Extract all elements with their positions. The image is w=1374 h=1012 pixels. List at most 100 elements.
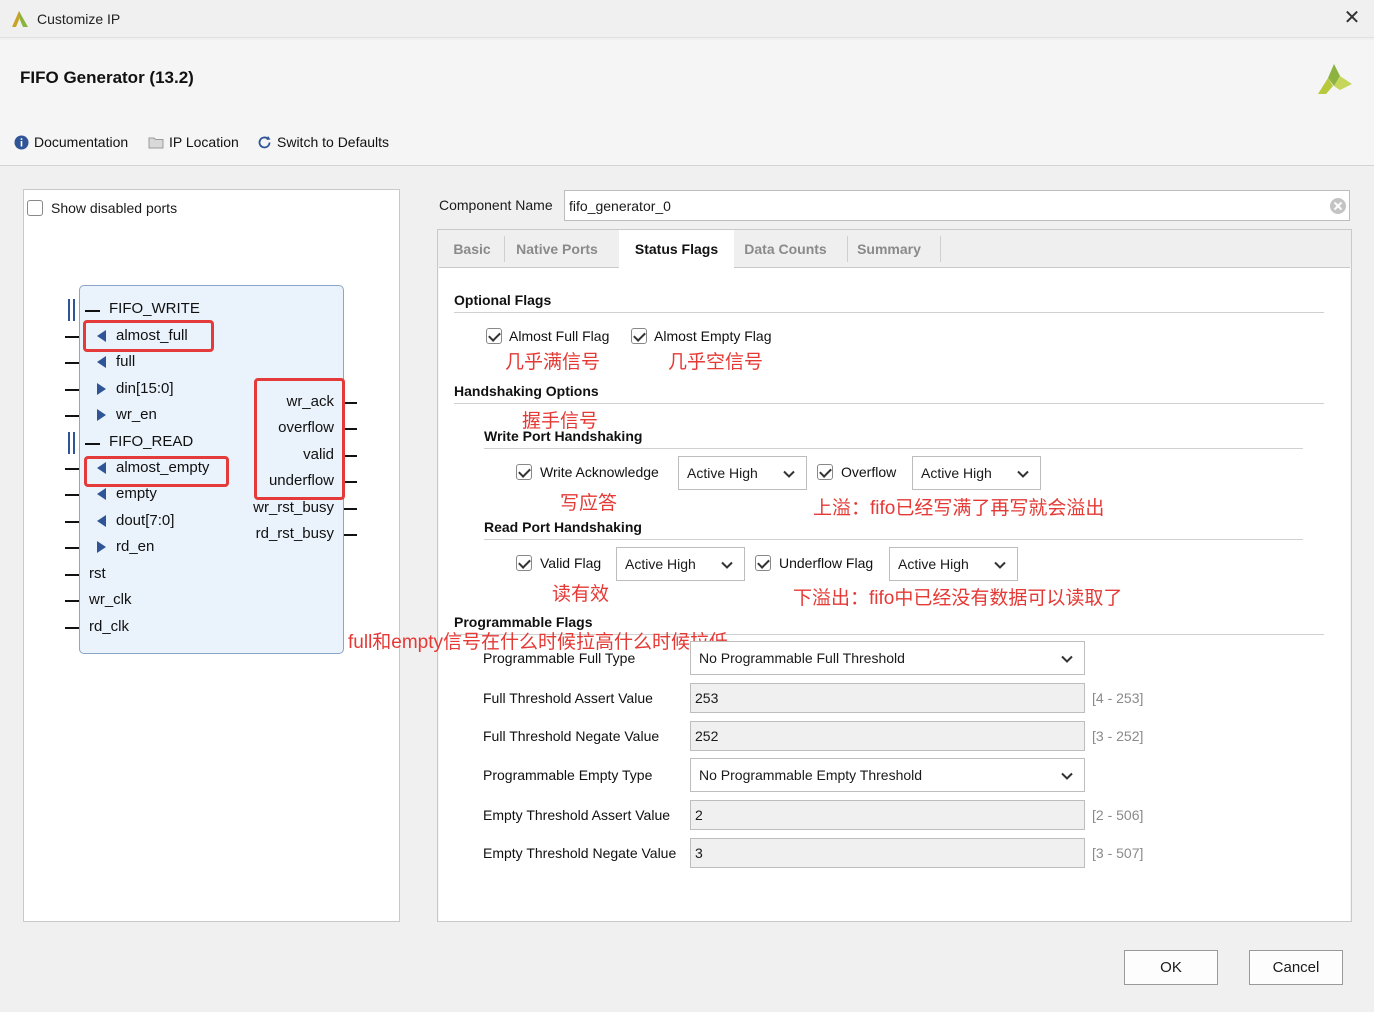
- pin-rd-en: [65, 547, 79, 549]
- handshaking-options-title: Handshaking Options: [454, 383, 599, 399]
- documentation-link[interactable]: Documentation: [14, 133, 128, 151]
- tab-data-counts[interactable]: Data Counts: [735, 231, 836, 267]
- valid-flag-checkbox[interactable]: [516, 555, 532, 571]
- empty-assert-label: Empty Threshold Assert Value: [483, 807, 671, 823]
- full-assert-input: 253: [690, 683, 1085, 713]
- valid-flag-select[interactable]: Active High: [616, 547, 745, 581]
- input-arrow-icon: [97, 383, 106, 395]
- tab-status-flags[interactable]: Status Flags: [619, 230, 734, 268]
- port-wr-en: wr_en: [116, 406, 157, 423]
- tab-native-ports[interactable]: Native Ports: [505, 231, 609, 267]
- bus-marker: [73, 299, 75, 321]
- ip-location-label: IP Location: [169, 134, 239, 150]
- full-assert-range: [4 - 253]: [1092, 690, 1144, 706]
- folder-icon: [148, 137, 164, 149]
- pin-full: [65, 362, 79, 364]
- overflow-value: Active High: [921, 465, 992, 481]
- almost-full-flag-checkbox[interactable]: [486, 328, 502, 344]
- empty-assert-input: 2: [690, 800, 1085, 830]
- port-din: din[15:0]: [116, 380, 174, 397]
- refresh-icon: [258, 135, 271, 148]
- port-fifo-read: FIFO_READ: [109, 433, 194, 450]
- annotation-underflow: 下溢出：fifo中已经没有数据可以读取了: [793, 588, 1123, 609]
- tab-basic[interactable]: Basic: [440, 231, 504, 267]
- full-negate-label: Full Threshold Negate Value: [483, 728, 660, 744]
- interface-dash: [85, 443, 100, 445]
- highlight-almost-empty: [84, 456, 229, 487]
- chevron-down-icon: [1061, 772, 1073, 780]
- component-name-value: fifo_generator_0: [569, 197, 671, 214]
- overflow-select[interactable]: Active High: [912, 456, 1041, 490]
- underflow-flag-option[interactable]: Underflow Flag: [755, 555, 873, 571]
- pin-empty: [65, 494, 79, 496]
- title-bar: Customize IP ✕: [0, 0, 1374, 38]
- show-disabled-ports-checkbox[interactable]: [27, 200, 43, 216]
- full-negate-value: 252: [695, 728, 719, 744]
- write-ack-select[interactable]: Active High: [678, 456, 807, 490]
- almost-empty-flag-option[interactable]: Almost Empty Flag: [631, 328, 771, 344]
- empty-negate-label: Empty Threshold Negate Value: [483, 845, 677, 861]
- underflow-flag-value: Active High: [898, 556, 969, 572]
- write-ack-value: Active High: [687, 465, 758, 481]
- tab-summary[interactable]: Summary: [848, 231, 930, 267]
- chevron-down-icon: [994, 561, 1006, 569]
- write-ack-checkbox[interactable]: [516, 464, 532, 480]
- switch-defaults-link[interactable]: Switch to Defaults: [257, 133, 389, 151]
- xilinx-logo-icon: [1318, 64, 1352, 94]
- pin-rd-rst-busy: [344, 534, 357, 536]
- prog-full-type-select[interactable]: No Programmable Full Threshold: [690, 641, 1085, 675]
- close-icon[interactable]: ✕: [1341, 6, 1363, 30]
- ok-button[interactable]: OK: [1124, 950, 1218, 985]
- full-assert-label: Full Threshold Assert Value: [483, 690, 653, 706]
- annotation-almost-empty: 几乎空信号: [668, 352, 764, 373]
- almost-full-flag-label: Almost Full Flag: [509, 328, 610, 344]
- port-empty: empty: [116, 485, 157, 502]
- pin-almost-full: [65, 336, 79, 338]
- show-disabled-ports-option[interactable]: Show disabled ports: [27, 200, 177, 216]
- chevron-down-icon: [1061, 655, 1073, 663]
- annotation-write-ack: 写应答: [560, 493, 618, 514]
- overflow-checkbox[interactable]: [817, 464, 833, 480]
- bus-marker: [68, 299, 70, 321]
- prog-empty-type-value: No Programmable Empty Threshold: [699, 767, 923, 783]
- prog-empty-type-select[interactable]: No Programmable Empty Threshold: [690, 758, 1085, 792]
- clear-icon[interactable]: [1329, 197, 1347, 215]
- component-name-input[interactable]: fifo_generator_0: [564, 190, 1350, 221]
- underflow-flag-select[interactable]: Active High: [889, 547, 1018, 581]
- divider: [454, 403, 1324, 404]
- port-full: full: [116, 353, 136, 370]
- empty-negate-input: 3: [690, 838, 1085, 868]
- ip-location-link[interactable]: IP Location: [148, 133, 239, 151]
- interface-dash: [85, 310, 100, 312]
- port-rd-en: rd_en: [116, 538, 155, 555]
- tab-divider: [940, 236, 941, 262]
- pin-almost-empty: [65, 468, 79, 470]
- component-name-label: Component Name: [439, 197, 553, 213]
- pin-wr-en: [65, 415, 79, 417]
- switch-defaults-label: Switch to Defaults: [277, 134, 390, 150]
- annotation-valid: 读有效: [552, 584, 610, 605]
- show-disabled-ports-label: Show disabled ports: [51, 200, 178, 216]
- overflow-option[interactable]: Overflow: [817, 464, 896, 480]
- cancel-button[interactable]: Cancel: [1249, 950, 1343, 985]
- valid-flag-option[interactable]: Valid Flag: [516, 555, 601, 571]
- pin-wr-clk: [65, 600, 79, 602]
- annotation-overflow: 上溢：fifo已经写满了再写就会溢出: [813, 498, 1105, 519]
- output-arrow-icon: [97, 488, 106, 500]
- highlight-almost-full: [83, 320, 214, 352]
- port-rd-rst-busy: rd_rst_busy: [255, 525, 334, 542]
- almost-empty-flag-checkbox[interactable]: [631, 328, 647, 344]
- empty-assert-range: [2 - 506]: [1092, 807, 1144, 823]
- valid-flag-label: Valid Flag: [540, 555, 602, 571]
- underflow-flag-checkbox[interactable]: [755, 555, 771, 571]
- pin-din: [65, 389, 79, 391]
- pin-wr-rst-busy: [344, 508, 357, 510]
- divider: [484, 539, 1303, 540]
- prog-full-type-value: No Programmable Full Threshold: [699, 650, 905, 666]
- chevron-down-icon: [783, 470, 795, 478]
- divider: [454, 312, 1324, 313]
- input-arrow-icon: [97, 409, 106, 421]
- full-assert-value: 253: [695, 690, 719, 706]
- almost-full-flag-option[interactable]: Almost Full Flag: [486, 328, 609, 344]
- write-ack-option[interactable]: Write Acknowledge: [516, 464, 659, 480]
